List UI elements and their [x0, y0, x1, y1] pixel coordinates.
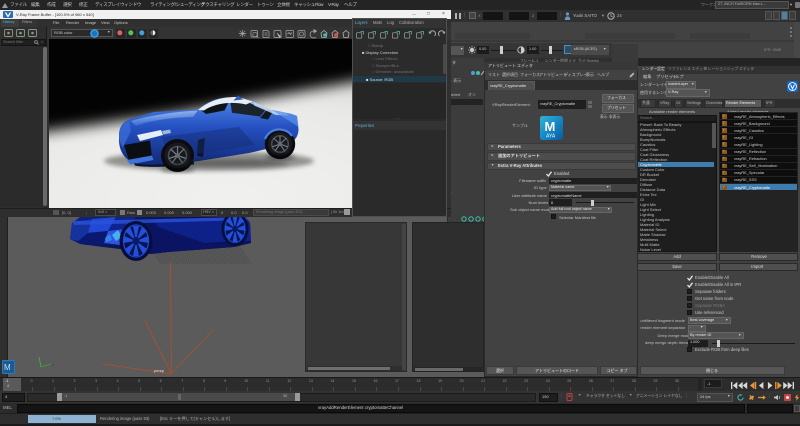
svg-text:M: M — [4, 363, 11, 372]
svg-text:x: x — [52, 363, 54, 367]
svg-text:M: M — [545, 119, 556, 134]
svg-text:AYA: AYA — [546, 134, 556, 140]
svg-text:persp: persp — [154, 368, 165, 373]
